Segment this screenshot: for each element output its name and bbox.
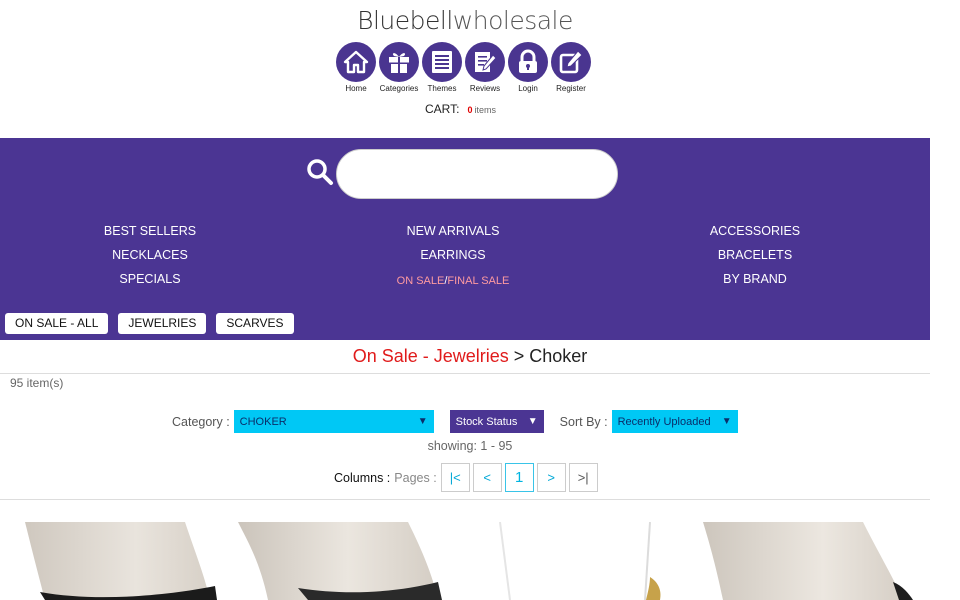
nav-home-label: Home xyxy=(345,84,367,93)
menu-accessories[interactable]: ACCESSORIES xyxy=(605,219,905,243)
breadcrumb: On Sale - Jewelries > Choker xyxy=(0,346,940,367)
cart-count: 0 xyxy=(467,105,473,115)
current-page-button[interactable]: 1 xyxy=(504,463,534,492)
columns-label[interactable]: Columns : xyxy=(334,471,390,485)
list-icon xyxy=(422,42,462,82)
sort-selected-value: Recently Uploaded xyxy=(617,415,711,428)
category-selected-value: CHOKER xyxy=(239,415,287,428)
search-input[interactable] xyxy=(336,149,618,199)
tag-jewelries[interactable]: JEWELRIES xyxy=(118,313,207,334)
lock-icon xyxy=(508,42,548,82)
top-nav: Home Categories Themes Reviews Login Reg… xyxy=(336,42,591,94)
item-count: 95 item(s) xyxy=(10,376,64,390)
product-thumbnail[interactable] xyxy=(5,522,231,600)
showing-range: showing: 1 - 95 xyxy=(427,439,513,453)
menu-necklaces[interactable]: NECKLACES xyxy=(0,243,300,267)
chevron-down-icon: ▼ xyxy=(721,416,732,427)
divider xyxy=(0,499,930,500)
menu-column-1: BEST SELLERS NECKLACES SPECIALS xyxy=(0,219,300,291)
menu-earrings[interactable]: EARRINGS xyxy=(303,243,603,267)
nav-themes[interactable]: Themes xyxy=(422,42,462,94)
filter-bar: Category : CHOKER ▼ Stock Status ▼ Sort … xyxy=(172,410,738,433)
tag-scarves[interactable]: SCARVES xyxy=(216,313,294,334)
menu-on-sale[interactable]: ON SALE xyxy=(397,275,445,287)
product-thumbnail[interactable] xyxy=(238,522,464,600)
menu-column-2: NEW ARRIVALS EARRINGS ON SALE/FINAL SALE xyxy=(303,219,603,293)
category-select[interactable]: CHOKER ▼ xyxy=(233,410,434,433)
breadcrumb-parent-link[interactable]: On Sale - Jewelries xyxy=(353,346,509,366)
menu-by-brand[interactable]: BY BRAND xyxy=(605,267,905,291)
next-page-button[interactable]: > xyxy=(536,463,566,492)
pagination: Columns : Pages : |< < 1 > >| xyxy=(334,463,601,492)
product-thumbnail[interactable] xyxy=(470,522,696,600)
product-thumbnail[interactable] xyxy=(703,522,929,600)
sale-category-tags: ON SALE - ALL JEWELRIES SCARVES xyxy=(5,313,294,334)
edit-document-icon xyxy=(465,42,505,82)
nav-categories-label: Categories xyxy=(379,84,419,93)
pencil-square-icon xyxy=(551,42,591,82)
chevron-down-icon: ▼ xyxy=(527,416,538,427)
home-icon xyxy=(336,42,376,82)
menu-new-arrivals[interactable]: NEW ARRIVALS xyxy=(303,219,603,243)
menu-column-3: ACCESSORIES BRACELETS BY BRAND xyxy=(605,219,905,291)
site-logo[interactable]: Bluebellwholesale xyxy=(0,4,930,38)
product-grid xyxy=(0,522,930,600)
logo-text-bluebell: Bluebell xyxy=(357,6,453,35)
menu-bracelets[interactable]: BRACELETS xyxy=(605,243,905,267)
cart-label: CART: xyxy=(425,102,460,116)
search-icon[interactable] xyxy=(306,158,334,191)
chevron-down-icon: ▼ xyxy=(417,416,428,427)
menu-final-sale[interactable]: FINAL SALE xyxy=(447,275,509,287)
breadcrumb-separator: > xyxy=(508,346,530,366)
tag-on-sale-all[interactable]: ON SALE - ALL xyxy=(5,313,109,334)
nav-register[interactable]: Register xyxy=(551,42,591,94)
last-page-button[interactable]: >| xyxy=(568,463,598,492)
menu-sale-links: ON SALE/FINAL SALE xyxy=(303,269,603,293)
first-page-button[interactable]: |< xyxy=(440,463,470,492)
prev-page-button[interactable]: < xyxy=(472,463,502,492)
nav-login-label: Login xyxy=(518,84,538,93)
nav-themes-label: Themes xyxy=(427,84,457,93)
nav-reviews-label: Reviews xyxy=(469,84,501,93)
nav-reviews[interactable]: Reviews xyxy=(465,42,505,94)
sort-label: Sort By : xyxy=(559,414,608,429)
nav-home[interactable]: Home xyxy=(336,42,376,94)
sort-select[interactable]: Recently Uploaded ▼ xyxy=(611,410,738,433)
pages-label: Pages : xyxy=(394,470,437,485)
cart-items-label: items xyxy=(474,105,496,115)
stock-status-select[interactable]: Stock Status ▼ xyxy=(449,410,544,433)
stock-selected-value: Stock Status xyxy=(455,415,518,428)
divider xyxy=(0,373,930,374)
gift-icon xyxy=(379,42,419,82)
nav-register-label: Register xyxy=(556,84,586,93)
nav-login[interactable]: Login xyxy=(508,42,548,94)
main-nav-band: BEST SELLERS NECKLACES SPECIALS NEW ARRI… xyxy=(0,138,930,340)
logo-text-wholesale: wholesale xyxy=(452,6,574,35)
menu-specials[interactable]: SPECIALS xyxy=(0,267,300,291)
menu-best-sellers[interactable]: BEST SELLERS xyxy=(0,219,300,243)
nav-categories[interactable]: Categories xyxy=(379,42,419,94)
breadcrumb-current: Choker xyxy=(529,346,588,366)
category-label: Category : xyxy=(172,414,230,429)
cart-summary[interactable]: CART: 0 items xyxy=(425,102,496,116)
